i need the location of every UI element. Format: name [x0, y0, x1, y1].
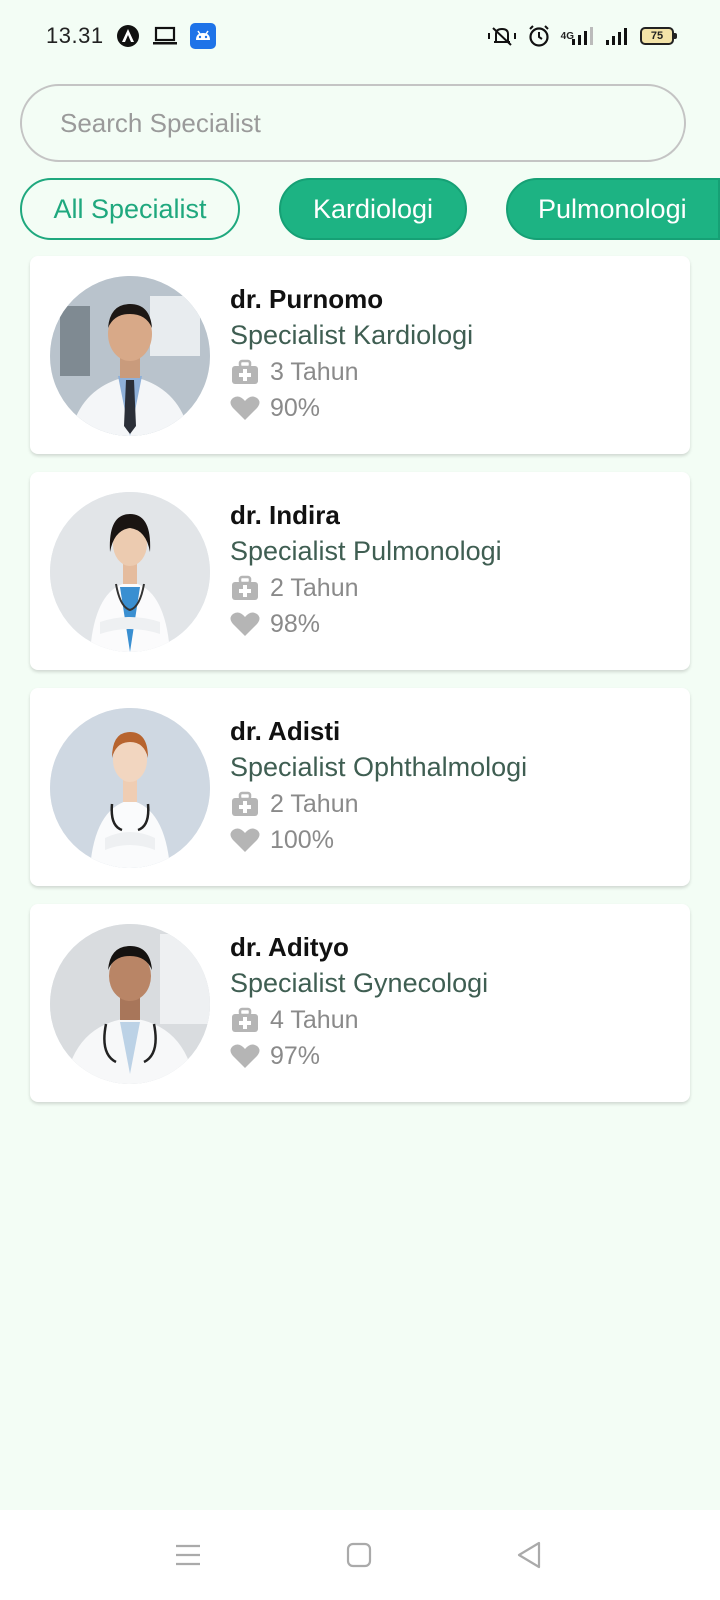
doctor-name: dr. Adityo	[230, 932, 349, 962]
doctor-name: dr. Purnomo	[230, 284, 384, 314]
medical-bag-icon	[230, 1005, 260, 1035]
doctor-name: dr. Adisti	[230, 716, 341, 746]
doctor-specialty: Specialist Ophthalmologi	[230, 752, 528, 782]
experience-row: 2 Tahun	[230, 570, 502, 606]
signal-icon	[604, 25, 630, 47]
medical-bag-icon	[230, 357, 260, 387]
rating-value: 90%	[270, 393, 321, 422]
laptop-icon	[152, 25, 178, 47]
back-icon[interactable]	[512, 1538, 546, 1572]
specialty-filters: All Specialist Kardiologi Pulmonologi	[20, 178, 720, 240]
status-time: 13.31	[46, 23, 104, 48]
filter-chip-label: All Specialist	[53, 193, 207, 224]
filter-chip-pulmonologi[interactable]: Pulmonologi	[506, 178, 720, 240]
doctor-avatar	[50, 492, 210, 652]
rating-value: 100%	[270, 825, 334, 854]
doctor-specialty: Specialist Kardiologi	[230, 320, 474, 350]
medical-bag-icon	[230, 573, 260, 603]
search-input[interactable]	[60, 107, 684, 139]
doctor-info: dr. Purnomo Specialist Kardiologi 3 Tahu…	[230, 282, 473, 426]
battery-icon: 75	[640, 27, 677, 45]
rating-value: 98%	[270, 609, 321, 638]
rating-row: 100%	[230, 822, 527, 858]
heart-icon	[230, 609, 260, 639]
experience-value: 2 Tahun	[270, 573, 359, 602]
rating-value: 97%	[270, 1041, 321, 1070]
experience-value: 2 Tahun	[270, 789, 359, 818]
rating-row: 90%	[230, 390, 473, 426]
doctor-avatar	[50, 276, 210, 436]
rating-row: 98%	[230, 606, 502, 642]
home-icon[interactable]	[342, 1538, 376, 1572]
doctor-card[interactable]: dr. Purnomo Specialist Kardiologi 3 Tahu…	[30, 256, 690, 454]
vibrate-icon	[487, 24, 517, 48]
signal-4g-icon: 4G	[561, 25, 594, 47]
doctor-specialty: Specialist Gynecologi	[230, 968, 489, 998]
filter-chip-label: Kardiologi	[312, 193, 434, 224]
heart-icon	[230, 393, 260, 423]
experience-row: 3 Tahun	[230, 354, 473, 390]
menu-icon[interactable]	[171, 1538, 205, 1572]
heart-icon	[230, 825, 260, 855]
status-bar: 13.31 4G 75	[0, 0, 720, 72]
experience-value: 4 Tahun	[270, 1005, 359, 1034]
experience-row: 2 Tahun	[230, 786, 527, 822]
filter-chip-kardiologi[interactable]: Kardiologi	[279, 178, 467, 240]
app-a-icon	[116, 24, 140, 48]
rating-row: 97%	[230, 1038, 488, 1074]
search-bar[interactable]	[20, 84, 686, 162]
status-right: 4G 75	[487, 24, 677, 48]
alarm-icon	[527, 24, 551, 48]
filter-chip-label: Pulmonologi	[538, 193, 687, 224]
doctor-name: dr. Indira	[230, 500, 340, 530]
doctor-specialty: Specialist Pulmonologi	[230, 536, 502, 566]
doctor-info: dr. Adisti Specialist Ophthalmologi 2 Ta…	[230, 714, 527, 858]
doctor-avatar	[50, 708, 210, 868]
doctor-info: dr. Indira Specialist Pulmonologi 2 Tahu…	[230, 498, 502, 642]
status-left: 13.31	[46, 23, 216, 49]
doctor-avatar	[50, 924, 210, 1084]
doctor-card[interactable]: dr. Indira Specialist Pulmonologi 2 Tahu…	[30, 472, 690, 670]
experience-row: 4 Tahun	[230, 1002, 488, 1038]
doctor-info: dr. Adityo Specialist Gynecologi 4 Tahun…	[230, 930, 488, 1074]
doctor-card[interactable]: dr. Adityo Specialist Gynecologi 4 Tahun…	[30, 904, 690, 1102]
filter-chip-all-specialist[interactable]: All Specialist	[20, 178, 240, 240]
system-nav-bar	[0, 1510, 720, 1600]
battery-level: 75	[650, 30, 664, 42]
medical-bag-icon	[230, 789, 260, 819]
heart-icon	[230, 1041, 260, 1071]
doctor-card[interactable]: dr. Adisti Specialist Ophthalmologi 2 Ta…	[30, 688, 690, 886]
android-icon	[189, 23, 216, 49]
experience-value: 3 Tahun	[270, 357, 359, 386]
